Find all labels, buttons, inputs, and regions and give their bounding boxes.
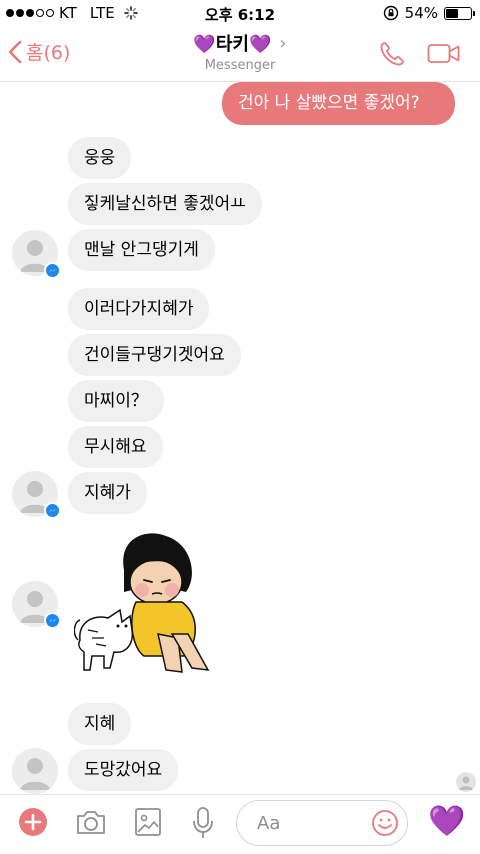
message-composer: Aa 💜 — [0, 794, 480, 854]
chevron-right-icon: › — [279, 32, 287, 54]
phone-call-icon[interactable] — [378, 40, 406, 68]
incoming-message-bubble[interactable]: 건이들구댕기겟어요 — [68, 334, 241, 376]
like-heart-button[interactable]: 💜 — [428, 805, 465, 839]
conversation-header: 홈(6) 💜타키💜 › Messenger — [0, 26, 480, 82]
default-person-icon — [20, 758, 50, 790]
incoming-message-bubble[interactable]: 맨날 안그댕기게 — [68, 229, 215, 271]
incoming-message-bubble[interactable]: 마찌이？ — [68, 380, 164, 422]
read-receipt-avatar — [456, 772, 476, 792]
incoming-message-bubble[interactable]: 웅웅 — [68, 137, 132, 179]
incoming-message-bubble[interactable]: 짛케날신하면 좋겠어ㅛ — [68, 183, 262, 225]
status-right: 54% — [383, 4, 475, 22]
incoming-message-bubble[interactable]: 이러다가지혜가 — [68, 288, 210, 330]
rotation-lock-icon — [383, 5, 398, 21]
camera-icon[interactable] — [75, 808, 107, 836]
avatar[interactable] — [12, 748, 58, 794]
girl-with-cat-sticker[interactable] — [74, 530, 224, 678]
microphone-icon[interactable] — [190, 806, 216, 840]
message-input-placeholder: Aa — [257, 813, 281, 834]
messenger-badge-icon — [44, 502, 60, 518]
messenger-badge-icon — [44, 262, 60, 278]
emoji-icon[interactable] — [371, 809, 399, 837]
gallery-icon[interactable] — [134, 807, 162, 837]
incoming-message-bubble[interactable]: 지혜 — [68, 703, 132, 745]
plus-icon[interactable] — [18, 807, 48, 837]
incoming-message-bubble[interactable]: 무시해요 — [68, 426, 163, 468]
battery-percent: 54% — [404, 4, 438, 22]
battery-fill — [446, 8, 458, 18]
video-call-icon[interactable] — [427, 42, 461, 66]
battery-icon — [444, 6, 475, 20]
default-person-icon — [459, 776, 473, 790]
conversation-title: 💜타키💜 — [193, 34, 272, 55]
outgoing-message-bubble[interactable]: 건아 나 살빴으면 좋겠어? — [222, 82, 455, 125]
conversation-title-area[interactable]: 💜타키💜 › Messenger — [0, 30, 480, 74]
status-bar: KT LTE 오후 6:12 54% — [0, 0, 480, 26]
incoming-message-bubble[interactable]: 지혜가 — [68, 472, 147, 514]
message-input[interactable]: Aa — [236, 800, 408, 846]
messenger-badge-icon — [44, 612, 60, 628]
conversation-subtitle: Messenger — [204, 58, 276, 73]
incoming-message-bubble[interactable]: 도망갔어요 — [68, 749, 179, 791]
